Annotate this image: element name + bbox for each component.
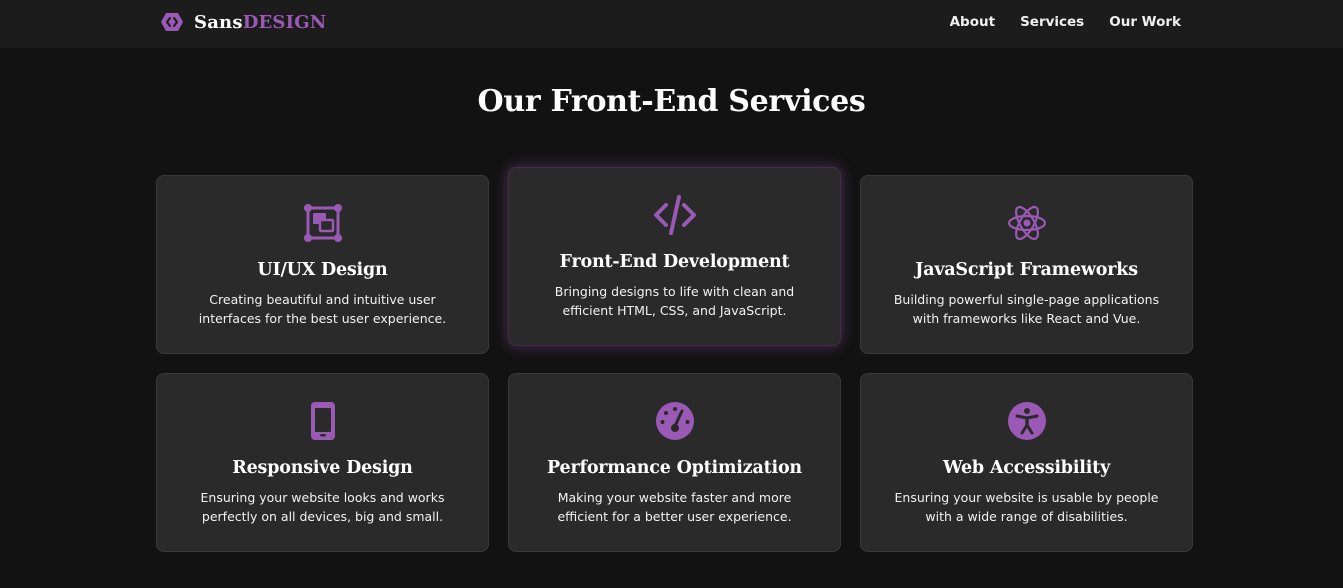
accessibility-icon bbox=[1007, 402, 1046, 440]
nav-link-about[interactable]: About bbox=[950, 14, 995, 30]
brand-name: SansDESIGN bbox=[194, 12, 326, 33]
service-description: Ensuring your website looks and works pe… bbox=[200, 490, 445, 524]
service-description: Creating beautiful and intuitive user in… bbox=[198, 292, 447, 326]
service-title: UI/UX Design bbox=[257, 260, 388, 280]
nav-links: About Services Our Work bbox=[950, 14, 1181, 30]
service-title: Front-End Development bbox=[559, 252, 790, 272]
service-description: Bringing designs to life with clean and … bbox=[554, 284, 795, 318]
brand-logo[interactable]: SansDESIGN bbox=[160, 9, 326, 35]
service-title: Web Accessibility bbox=[942, 458, 1111, 478]
gauge-icon bbox=[655, 402, 694, 440]
nav-link-services[interactable]: Services bbox=[1020, 14, 1084, 30]
service-description: Building powerful single-page applicatio… bbox=[893, 292, 1160, 326]
vector-square-icon bbox=[303, 204, 342, 242]
service-title: Performance Optimization bbox=[547, 458, 802, 478]
service-description: Making your website faster and more effi… bbox=[557, 490, 792, 524]
service-description: Ensuring your website is usable by peopl… bbox=[894, 490, 1159, 524]
navbar: SansDESIGN About Services Our Work bbox=[0, 0, 1343, 48]
service-title: Responsive Design bbox=[232, 458, 413, 478]
code-hexagon-icon bbox=[161, 13, 183, 31]
service-card-web-accessibility[interactable]: Web Accessibility Ensuring your website … bbox=[860, 373, 1193, 552]
code-icon bbox=[653, 195, 696, 235]
brand-name-part2: DESIGN bbox=[242, 11, 327, 33]
service-title: JavaScript Frameworks bbox=[915, 260, 1138, 280]
service-card-ui-ux-design[interactable]: UI/UX Design Creating beautiful and intu… bbox=[156, 175, 489, 354]
page-title: Our Front-End Services bbox=[477, 84, 866, 119]
brand-name-part1: Sans bbox=[194, 11, 243, 33]
mobile-phone-icon bbox=[310, 402, 335, 440]
service-card-responsive-design[interactable]: Responsive Design Ensuring your website … bbox=[156, 373, 489, 552]
service-card-front-end-development[interactable]: Front-End Development Bringing designs t… bbox=[508, 167, 841, 346]
react-atom-icon bbox=[1007, 205, 1046, 241]
service-card-performance-optimization[interactable]: Performance Optimization Making your web… bbox=[508, 373, 841, 552]
nav-link-our-work[interactable]: Our Work bbox=[1109, 14, 1181, 30]
service-card-javascript-frameworks[interactable]: JavaScript Frameworks Building powerful … bbox=[860, 175, 1193, 354]
